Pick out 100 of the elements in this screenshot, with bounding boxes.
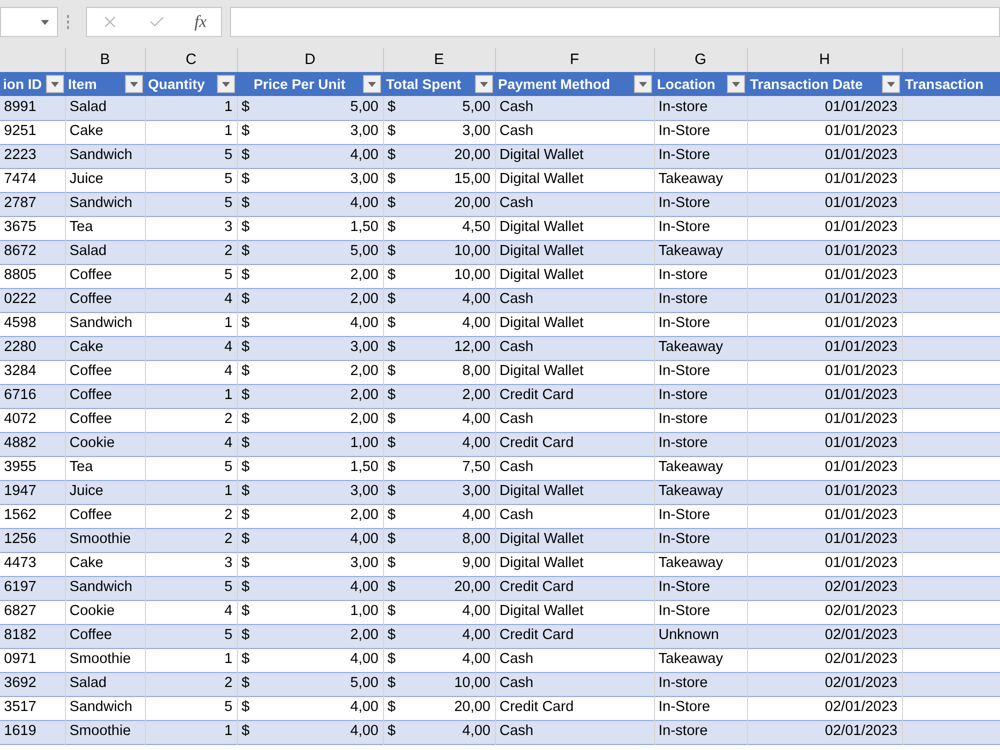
- currency-symbol: $: [388, 698, 396, 718]
- caret-icon: [480, 82, 488, 86]
- filter-button[interactable]: [882, 75, 900, 93]
- table-cell-text: 4: [223, 434, 232, 454]
- currency-symbol: $: [242, 650, 250, 670]
- amount: 8,00: [462, 362, 490, 382]
- currency-symbol: $: [388, 482, 396, 502]
- table-cell: Sandwich: [70, 195, 132, 212]
- table-cell: 3955: [4, 459, 36, 476]
- table-cell: Tea: [70, 219, 93, 236]
- table-cell: Digital Wallet: [500, 531, 584, 548]
- currency-symbol: $: [242, 122, 250, 142]
- currency-symbol: $: [388, 242, 396, 262]
- table-cell: Digital Wallet: [500, 363, 584, 380]
- table-cell: Digital Wallet: [500, 147, 584, 164]
- table-cell-text: 1: [223, 482, 232, 502]
- table-cell: In-Store: [658, 123, 710, 140]
- currency-symbol: $: [388, 170, 396, 190]
- table-cell: Cake: [70, 339, 104, 356]
- table-cell-text: 01/01/2023: [824, 458, 898, 478]
- amount: 5,00: [462, 98, 490, 117]
- amount: 5,00: [350, 98, 378, 117]
- table-cell-text: 5: [223, 578, 232, 598]
- column-header[interactable]: H: [747, 48, 902, 72]
- currency-symbol: $: [388, 506, 396, 526]
- table-cell-text: 4: [223, 602, 232, 622]
- table-cell-text: 3: [223, 218, 232, 238]
- table-cell-text: 4: [223, 362, 232, 382]
- table-cell: In-Store: [658, 219, 710, 236]
- amount: 4,00: [462, 626, 490, 646]
- column-header[interactable]: G: [654, 48, 747, 72]
- table-cell-text: 2: [223, 674, 232, 694]
- table-cell: Juice: [70, 171, 104, 188]
- table-cell: Takeaway: [658, 555, 723, 572]
- column-header[interactable]: F: [495, 48, 654, 72]
- filter-button[interactable]: [46, 75, 64, 93]
- table-cell: 1562: [4, 507, 36, 524]
- filter-button[interactable]: [217, 75, 235, 93]
- amount: 20,00: [454, 146, 490, 166]
- currency-symbol: $: [388, 98, 396, 117]
- amount: 1,00: [350, 434, 378, 454]
- table-cell: 8805: [4, 267, 36, 284]
- table-cell: Unknown: [658, 627, 719, 644]
- currency-symbol: $: [242, 146, 250, 166]
- table-cell: 2223: [4, 147, 36, 164]
- column-header[interactable]: C: [145, 48, 237, 72]
- currency-symbol: $: [242, 314, 250, 334]
- currency-symbol: $: [242, 482, 250, 502]
- filter-button[interactable]: [634, 75, 652, 93]
- insert-function-button[interactable]: fx: [194, 9, 207, 35]
- amount: 1,50: [350, 458, 378, 478]
- filter-button[interactable]: [475, 75, 493, 93]
- currency-symbol: $: [242, 266, 250, 286]
- table-cell: Credit Card: [500, 387, 574, 404]
- filter-button[interactable]: [727, 75, 745, 93]
- formula-input[interactable]: [230, 7, 1000, 37]
- table-cell-text: 01/01/2023: [824, 362, 898, 382]
- table-cell-text: 02/01/2023: [824, 626, 898, 646]
- table-cell: Salad: [70, 675, 107, 692]
- amount: 4,00: [350, 530, 378, 550]
- amount: 10,00: [454, 266, 490, 286]
- amount: 5,00: [350, 242, 378, 262]
- table-cell: 6197: [4, 579, 36, 596]
- table-cell: Takeaway: [658, 171, 723, 188]
- table-cell: Takeaway: [658, 459, 723, 476]
- column-header[interactable]: D: [237, 48, 383, 72]
- amount: 4,00: [350, 314, 378, 334]
- table-cell-text: 1: [223, 650, 232, 670]
- table-cell-text: 02/01/2023: [824, 602, 898, 622]
- column-header[interactable]: E: [383, 48, 495, 72]
- drag-handle-icon[interactable]: [66, 15, 70, 29]
- amount: 7,50: [462, 458, 490, 478]
- caret-icon: [732, 82, 740, 86]
- column-header[interactable]: B: [65, 48, 145, 72]
- table-cell: Cake: [70, 555, 104, 572]
- amount: 4,00: [350, 194, 378, 214]
- table-cell-text: 3: [223, 554, 232, 574]
- table-cell-text: 01/01/2023: [824, 506, 898, 526]
- amount: 1,00: [350, 602, 378, 622]
- table-cell: 3284: [4, 363, 36, 380]
- currency-symbol: $: [242, 218, 250, 238]
- amount: 2,00: [350, 290, 378, 310]
- currency-symbol: $: [388, 194, 396, 214]
- table-cell-text: 01/01/2023: [824, 434, 898, 454]
- amount: 3,00: [350, 554, 378, 574]
- table-cell-text: 01/01/2023: [824, 146, 898, 166]
- table-cell: In-store: [658, 675, 708, 692]
- amount: 4,00: [350, 722, 378, 742]
- table-cell-text: 01/01/2023: [824, 266, 898, 286]
- filter-button[interactable]: [125, 75, 143, 93]
- table-cell: Smoothie: [70, 651, 131, 668]
- table-cell: Coffee: [70, 291, 112, 308]
- table-cell: Digital Wallet: [500, 267, 584, 284]
- filter-button[interactable]: [363, 75, 381, 93]
- amount: 4,00: [462, 410, 490, 430]
- amount: 15,00: [454, 170, 490, 190]
- currency-symbol: $: [242, 386, 250, 406]
- table-cell: 4072: [4, 411, 36, 428]
- table-cell: In-Store: [658, 531, 710, 548]
- caret-icon: [50, 82, 59, 86]
